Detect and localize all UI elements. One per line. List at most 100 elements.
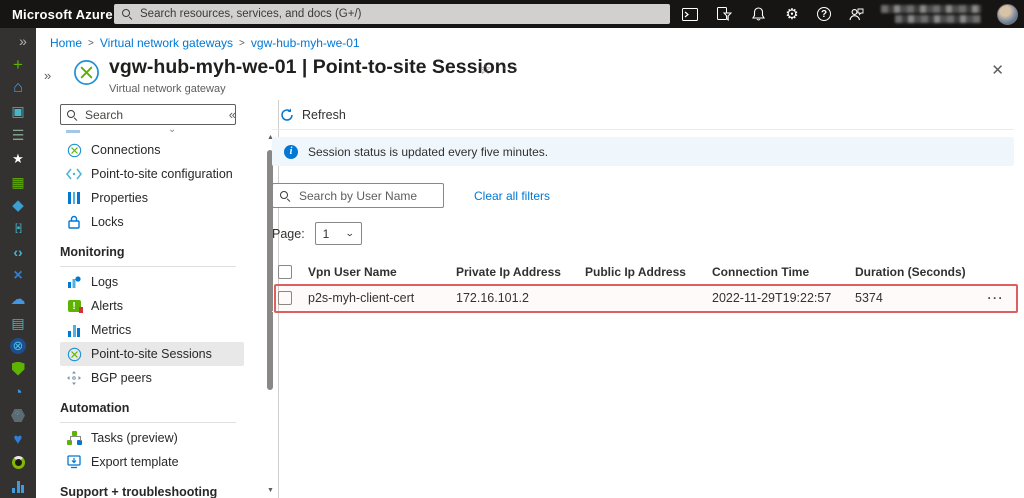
avatar[interactable]	[997, 3, 1018, 25]
page-title: vgw-hub-myh-we-01 | Point-to-site Sessio…	[109, 56, 518, 78]
column-header-vpn-user-name: Vpn User Name	[308, 264, 397, 279]
azure-brand[interactable]: Microsoft Azure	[0, 7, 127, 22]
user-name-filter-input[interactable]	[272, 183, 444, 208]
breadcrumb-home[interactable]: Home	[50, 36, 82, 50]
chevron-down-icon: ⌄	[344, 228, 355, 238]
metrics-bars-icon[interactable]	[9, 478, 27, 495]
breadcrumb-vgw-hub[interactable]: vgw-hub-myh-we-01	[251, 36, 360, 50]
resource-menu: « ⌄ Connections Point-to-site configurat…	[60, 100, 260, 498]
refresh-icon	[281, 108, 293, 121]
advisor-gauge-icon[interactable]: ◔	[9, 384, 27, 401]
cloud-icon[interactable]: ☁	[9, 291, 27, 308]
sidebar-item-label: BGP peers	[91, 371, 152, 385]
table-row[interactable]: p2s-myh-client-cert 172.16.101.2 2022-11…	[272, 284, 1018, 313]
page-select[interactable]: 1 ⌄	[314, 222, 362, 245]
page-label: Page:	[272, 226, 305, 241]
security-shield-icon[interactable]	[9, 360, 27, 377]
virtual-network-gateway-icon	[74, 60, 99, 85]
sidebar-item-locks[interactable]: Locks	[60, 210, 244, 234]
sidebar-item-label: Tasks (preview)	[91, 431, 178, 445]
breadcrumb-virtual-network-gateways[interactable]: Virtual network gateways	[100, 36, 233, 50]
page-select-value: 1	[322, 226, 330, 241]
monitor-donut-icon[interactable]	[9, 454, 27, 471]
panel-expand-icon[interactable]: »	[44, 68, 51, 83]
sidebar-item-label: Properties	[91, 191, 148, 205]
properties-icon	[66, 190, 82, 206]
lock-icon	[66, 214, 82, 230]
sidebar-item-bgp-peers[interactable]: BGP peers	[60, 366, 244, 390]
cell-private-ip: 172.16.101.2	[456, 291, 529, 305]
sidebar-item-logs[interactable]: Logs	[60, 270, 244, 294]
sidebar-item-alerts[interactable]: ! Alerts	[60, 294, 244, 318]
all-services-icon[interactable]: ☰	[9, 126, 27, 143]
expand-rail-icon[interactable]: »	[14, 32, 32, 49]
diagnostics-icon[interactable]: ×	[9, 267, 27, 284]
sidebar-item-label: Point-to-site configuration	[91, 167, 233, 181]
column-header-public-ip: Public Ip Address	[585, 264, 686, 279]
sidebar-item-metrics[interactable]: Metrics	[60, 318, 244, 342]
notifications-icon[interactable]	[749, 5, 767, 23]
main-pane: Refresh i Session status is updated ever…	[272, 100, 1018, 498]
sidebar-item-label: Export template	[91, 455, 179, 469]
favorites-icon[interactable]: ★	[9, 150, 27, 167]
close-icon[interactable]: ✕	[991, 61, 1004, 79]
sidebar-item-point-to-site-sessions[interactable]: Point-to-site Sessions	[60, 342, 244, 366]
settings-icon[interactable]: ⚙	[783, 5, 801, 23]
resource-groups-icon[interactable]: ◆	[9, 197, 27, 214]
clipped-menu-item: ⌄	[60, 128, 260, 138]
left-icon-rail: » + ⌂ ▣ ☰ ★ ▦ ◆ [▪] ‹› × ☁ ▤ ⊗ ◔ ♥	[0, 28, 36, 498]
virtual-network-gateway-icon[interactable]: ⊗	[10, 337, 26, 354]
cloud-shell-icon[interactable]	[681, 5, 699, 23]
search-icon	[67, 110, 75, 118]
row-checkbox[interactable]	[278, 291, 292, 305]
virtual-machines-icon[interactable]: [▪]	[9, 220, 27, 237]
help-icon[interactable]: ?	[817, 7, 831, 21]
table-header-row: Vpn User Name Private Ip Address Public …	[272, 258, 1014, 285]
policy-hexagon-icon[interactable]	[9, 407, 27, 424]
favorite-star-icon[interactable]: ☆	[479, 61, 492, 78]
section-header-automation: Automation	[60, 401, 236, 423]
global-search-input[interactable]	[114, 4, 670, 24]
search-icon	[122, 9, 130, 17]
export-template-icon	[66, 454, 82, 470]
point-to-site-configuration-icon	[66, 166, 82, 182]
column-header-private-ip: Private Ip Address	[456, 264, 561, 279]
menu-collapse-icon[interactable]: «	[229, 107, 236, 122]
info-icon: i	[284, 144, 298, 159]
row-more-options-icon[interactable]: ···	[974, 291, 1014, 305]
breadcrumb-separator: >	[88, 37, 94, 49]
sidebar-item-label: Metrics	[91, 323, 132, 337]
logs-icon	[66, 274, 82, 290]
sidebar-item-tasks-preview[interactable]: Tasks (preview)	[60, 426, 244, 450]
storage-icon[interactable]: ▤	[9, 314, 27, 331]
home-icon[interactable]: ⌂	[9, 79, 27, 96]
dashboard-icon[interactable]: ▣	[9, 103, 27, 120]
column-header-duration: Duration (Seconds)	[855, 264, 966, 279]
section-header-monitoring: Monitoring	[60, 245, 236, 267]
more-options-icon[interactable]: ···	[502, 59, 519, 75]
sidebar-item-properties[interactable]: Properties	[60, 186, 244, 210]
command-bar: Refresh	[272, 100, 1014, 130]
select-all-checkbox[interactable]	[278, 264, 292, 279]
menu-search-input[interactable]	[60, 104, 236, 125]
directories-filter-icon[interactable]	[715, 5, 733, 23]
content-pane: Home > Virtual network gateways > vgw-hu…	[36, 28, 1024, 498]
refresh-button[interactable]: Refresh	[272, 108, 354, 122]
banner-text: Session status is updated every five min…	[308, 144, 549, 159]
feedback-icon[interactable]	[847, 5, 865, 23]
account-info-redacted[interactable]	[881, 5, 981, 24]
create-resource-icon[interactable]: +	[9, 56, 27, 73]
bgp-peers-icon	[66, 370, 82, 386]
cell-vpn-user-name: p2s-myh-client-cert	[308, 291, 415, 305]
point-to-site-sessions-icon	[66, 346, 82, 362]
cell-duration-seconds: 5374	[855, 291, 883, 305]
service-health-icon[interactable]: ♥	[9, 431, 27, 448]
sidebar-item-connections[interactable]: Connections	[60, 138, 244, 162]
code-icon[interactable]: ‹›	[9, 244, 27, 261]
column-header-connection-time: Connection Time	[712, 264, 810, 279]
all-resources-icon[interactable]: ▦	[9, 173, 27, 190]
clear-all-filters-link[interactable]: Clear all filters	[474, 189, 550, 203]
sidebar-item-export-template[interactable]: Export template	[60, 450, 244, 474]
sidebar-item-point-to-site-configuration[interactable]: Point-to-site configuration	[60, 162, 244, 186]
top-bar: Microsoft Azure ⚙ ?	[0, 0, 1024, 28]
